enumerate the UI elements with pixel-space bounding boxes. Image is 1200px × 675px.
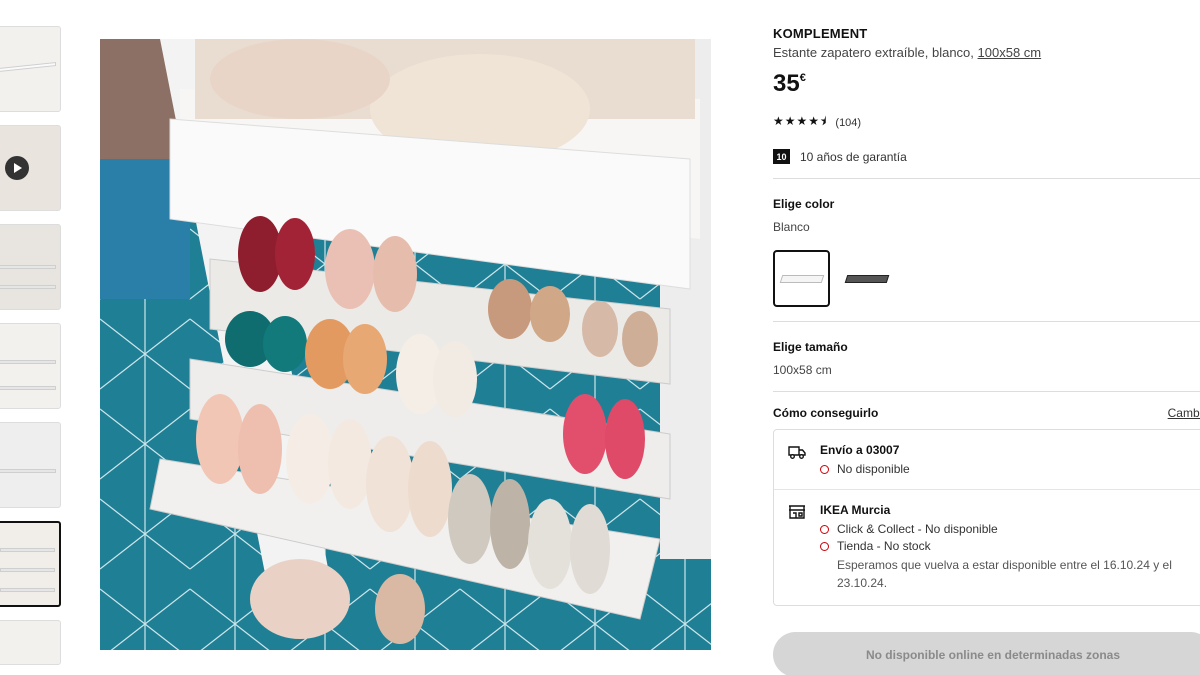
- store-title: IKEA Murcia: [820, 503, 891, 517]
- product-name: KOMPLEMENT: [773, 26, 868, 41]
- price-currency: €: [799, 72, 806, 84]
- star-rating-icon: ★★★★⯨: [773, 114, 828, 128]
- product-main-image[interactable]: [100, 39, 711, 650]
- store-availability: IKEA Murcia Click & Collect - No disponi…: [774, 489, 1200, 605]
- thumbnail-6-active[interactable]: [0, 521, 61, 607]
- warranty-badge-icon: 10: [773, 149, 790, 164]
- play-icon: [5, 156, 29, 180]
- restock-note: Esperamos que vuelva a estar disponible …: [837, 558, 1172, 590]
- swatch-white[interactable]: [773, 250, 830, 307]
- delivery-status: No disponible: [820, 462, 910, 476]
- thumbnail-3[interactable]: [0, 224, 61, 310]
- truck-icon: [788, 446, 806, 459]
- description-text: Estante zapatero extraíble, blanco,: [773, 45, 974, 60]
- availability-header: Cómo conseguirlo Cambiar: [773, 406, 1200, 420]
- status-unavailable-icon: [820, 464, 829, 474]
- price: 35€: [773, 70, 1200, 98]
- white-shelf-icon: [779, 274, 824, 283]
- size-selected: 100x58 cm: [773, 363, 832, 377]
- availability-box: Envío a 03007 No disponible IKEA Murcia …: [773, 429, 1200, 606]
- size-link[interactable]: 100x58 cm: [978, 45, 1042, 60]
- dark-shelf-icon: [844, 274, 889, 283]
- in-store-status: Tienda - No stock: [820, 539, 1177, 553]
- color-swatches: [773, 250, 1200, 307]
- thumbnail-1[interactable]: [0, 26, 61, 112]
- in-store-text: Tienda - No stock: [837, 539, 931, 553]
- product-description: Estante zapatero extraíble, blanco, 100x…: [773, 45, 1200, 60]
- delivery-title: Envío a 03007: [820, 443, 900, 457]
- delivery-availability: Envío a 03007 No disponible: [774, 430, 1200, 489]
- change-location-link[interactable]: Cambiar: [1168, 406, 1200, 420]
- store-info: IKEA Murcia Click & Collect - No disponi…: [820, 503, 1177, 592]
- status-unavailable-icon: [820, 524, 829, 534]
- availability-title: Cómo conseguirlo: [773, 406, 879, 420]
- store-icon: [789, 505, 805, 519]
- thumbnail-5[interactable]: [0, 422, 61, 508]
- size-label: Elige tamaño: [773, 340, 848, 354]
- color-label: Elige color: [773, 197, 835, 211]
- swatch-dark[interactable]: [838, 250, 895, 307]
- divider: [773, 391, 1200, 392]
- warranty-text: 10 años de garantía: [800, 149, 907, 164]
- click-collect-status: Click & Collect - No disponible: [820, 522, 1177, 536]
- status-unavailable-icon: [820, 541, 829, 551]
- click-collect-text: Click & Collect - No disponible: [837, 522, 998, 536]
- product-info-panel: KOMPLEMENT Estante zapatero extraíble, b…: [773, 26, 1200, 675]
- review-count: (104): [835, 116, 862, 129]
- add-to-bag-button-disabled[interactable]: No disponible online en determinadas zon…: [773, 632, 1200, 675]
- divider: [773, 178, 1200, 179]
- divider: [773, 321, 1200, 322]
- thumbnail-strip: [0, 26, 61, 675]
- thumbnail-7[interactable]: [0, 620, 61, 665]
- delivery-info: Envío a 03007 No disponible: [820, 443, 910, 476]
- shoe-rack-photo: [100, 39, 711, 650]
- color-selected: Blanco: [773, 220, 810, 234]
- rating[interactable]: ★★★★⯨ (104): [773, 112, 1200, 133]
- thumbnail-4[interactable]: [0, 323, 61, 409]
- warranty: 10 10 años de garantía: [773, 149, 1200, 164]
- thumbnail-video[interactable]: [0, 125, 61, 211]
- price-whole: 35: [773, 70, 800, 97]
- delivery-status-text: No disponible: [837, 462, 910, 476]
